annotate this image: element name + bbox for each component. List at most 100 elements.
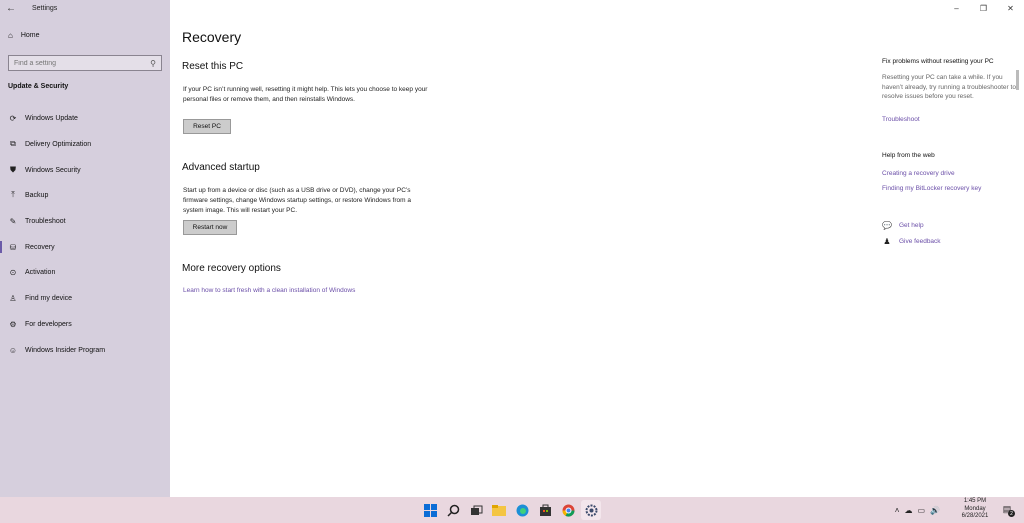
advanced-startup-heading: Advanced startup [182, 162, 260, 173]
sidebar-item-troubleshoot[interactable]: ✎ Troubleshoot [0, 211, 170, 231]
sidebar-item-windows-update[interactable]: ⟳ Windows Update [0, 108, 170, 128]
sidebar-item-label: Find my device [25, 294, 73, 302]
search-icon[interactable]: ⚲ [150, 59, 156, 68]
volume-icon[interactable]: 🔊 [930, 506, 940, 515]
sidebar-item-label: Recovery [25, 243, 55, 251]
chevron-up-icon[interactable]: ˄ [895, 506, 900, 515]
file-explorer-icon [492, 504, 506, 516]
chrome-icon [562, 504, 574, 517]
refresh-icon: ⟳ [9, 113, 17, 123]
page-title: Recovery [182, 29, 242, 45]
store-icon [539, 504, 551, 516]
chat-help-icon: 💬 [882, 220, 892, 230]
sidebar-item-for-developers[interactable]: ⚙ For developers [0, 314, 170, 334]
sidebar-item-delivery-optimization[interactable]: ⧉ Delivery Optimization [0, 134, 170, 154]
arrow-left-icon: ← [6, 2, 16, 14]
sidebar-item-label: Backup [25, 191, 49, 199]
section-label: Update & Security [8, 83, 69, 90]
window-controls: – ❐ ✕ [943, 0, 1024, 16]
restart-now-button[interactable]: Restart now [183, 220, 237, 235]
get-help-link[interactable]: 💬 Get help [882, 220, 924, 230]
recovery-drive-link[interactable]: Creating a recovery drive [882, 170, 955, 177]
settings-window: ← Settings ⌂ Home ⚲ Update & Security ⟳ … [0, 0, 1024, 497]
settings-taskbar-button[interactable] [581, 500, 601, 520]
sidebar-item-label: Windows Insider Program [25, 346, 106, 354]
app-title: Settings [32, 4, 58, 12]
developer-icon: ⚙ [9, 319, 17, 329]
sidebar-item-label: Troubleshoot [25, 217, 66, 225]
sidebar-item-backup[interactable]: ⤒ Backup [0, 185, 170, 205]
sidebar-item-find-my-device[interactable]: ♙ Find my device [0, 288, 170, 308]
task-view-icon [470, 505, 482, 515]
restore-button[interactable]: ❐ [970, 0, 997, 16]
sidebar-item-label: Delivery Optimization [25, 140, 92, 148]
sidebar-item-activation[interactable]: ⊙ Activation [0, 262, 170, 282]
more-recovery-heading: More recovery options [182, 263, 281, 274]
taskbar-clock[interactable]: 1:45 PM Monday 6/28/2021 [952, 498, 998, 521]
minimize-button[interactable]: – [943, 0, 970, 16]
scrollbar[interactable] [1016, 70, 1019, 90]
get-help-label: Get help [899, 221, 924, 229]
reset-pc-button[interactable]: Reset PC [183, 119, 231, 134]
recovery-icon: ⛁ [9, 242, 17, 252]
task-view-button[interactable] [466, 500, 486, 520]
windows-start-icon [423, 503, 437, 517]
reset-description: If your PC isn’t running well, resetting… [183, 86, 428, 103]
windows-start-button[interactable] [420, 500, 440, 520]
search-icon [446, 504, 459, 517]
system-tray: ˄ ☁ ▭ 🔊 [895, 497, 940, 523]
search-input[interactable] [14, 59, 139, 67]
clock-day: Monday [964, 505, 986, 512]
feedback-icon: ♟ [883, 236, 891, 246]
edge-browser-icon [516, 504, 528, 516]
bitlocker-key-link[interactable]: Finding my BitLocker recovery key [882, 185, 981, 192]
store-button[interactable] [535, 500, 555, 520]
back-button[interactable]: ← [0, 0, 22, 16]
check-circle-icon: ⊙ [9, 267, 17, 277]
backup-icon: ⤒ [11, 190, 15, 199]
sidebar: ← Settings ⌂ Home ⚲ Update & Security ⟳ … [0, 0, 170, 497]
restore-icon: ❐ [979, 3, 988, 13]
advanced-startup-description: Start up from a device or disc (such as … [183, 187, 411, 214]
sidebar-item-label: For developers [25, 320, 72, 328]
notification-count: 2 [1008, 510, 1015, 517]
delivery-optimization-icon: ⧉ [10, 139, 16, 148]
network-icon[interactable]: ▭ [917, 506, 925, 515]
taskbar-apps [420, 500, 601, 520]
sidebar-item-windows-insider-program[interactable]: ☺ Windows Insider Program [0, 340, 170, 360]
fix-problems-heading: Fix problems without resetting your PC [882, 58, 994, 65]
edge-browser-button[interactable] [512, 500, 532, 520]
clock-time: 1:45 PM [963, 498, 987, 504]
fix-problems-text: Resetting your PC can take a while. If y… [882, 74, 1016, 100]
sidebar-item-label: Activation [25, 268, 56, 276]
wrench-icon: ✎ [9, 216, 17, 226]
troubleshoot-link[interactable]: Troubleshoot [882, 116, 920, 123]
home-label: Home [20, 32, 40, 39]
file-explorer-button[interactable] [489, 500, 509, 520]
help-from-web-heading: Help from the web [882, 152, 935, 159]
reset-heading: Reset this PC [182, 61, 244, 72]
minimize-icon: – [954, 3, 959, 13]
taskbar: ˄ ☁ ▭ 🔊 1:45 PM Monday 6/28/2021 ▤ 2 [0, 497, 1024, 523]
shield-icon: ⛊ [10, 165, 16, 174]
notification-center-button[interactable]: ▤ 2 [1000, 502, 1015, 517]
title-bar: ← Settings [0, 0, 170, 16]
close-icon: ✕ [1007, 3, 1014, 13]
home-icon: ⌂ [8, 31, 13, 40]
taskbar-search-button[interactable] [443, 500, 463, 520]
insider-icon: ☺ [8, 345, 18, 355]
chrome-button[interactable] [558, 500, 578, 520]
settings-icon [585, 504, 597, 516]
close-button[interactable]: ✕ [997, 0, 1024, 16]
sidebar-item-label: Windows Security [25, 166, 81, 174]
clock-date: 6/28/2021 [961, 513, 989, 519]
give-feedback-link[interactable]: ♟ Give feedback [882, 236, 940, 246]
cloud-icon[interactable]: ☁ [904, 506, 912, 515]
sidebar-item-windows-security[interactable]: ⛊ Windows Security [0, 160, 170, 180]
person-location-icon: ♙ [9, 293, 17, 303]
home-link[interactable]: ⌂ Home [8, 31, 40, 40]
sidebar-item-label: Windows Update [25, 114, 78, 122]
clean-install-link[interactable]: Learn how to start fresh with a clean in… [183, 287, 355, 294]
sidebar-item-recovery[interactable]: ⛁ Recovery [0, 237, 170, 257]
settings-search-box[interactable]: ⚲ [8, 55, 162, 71]
